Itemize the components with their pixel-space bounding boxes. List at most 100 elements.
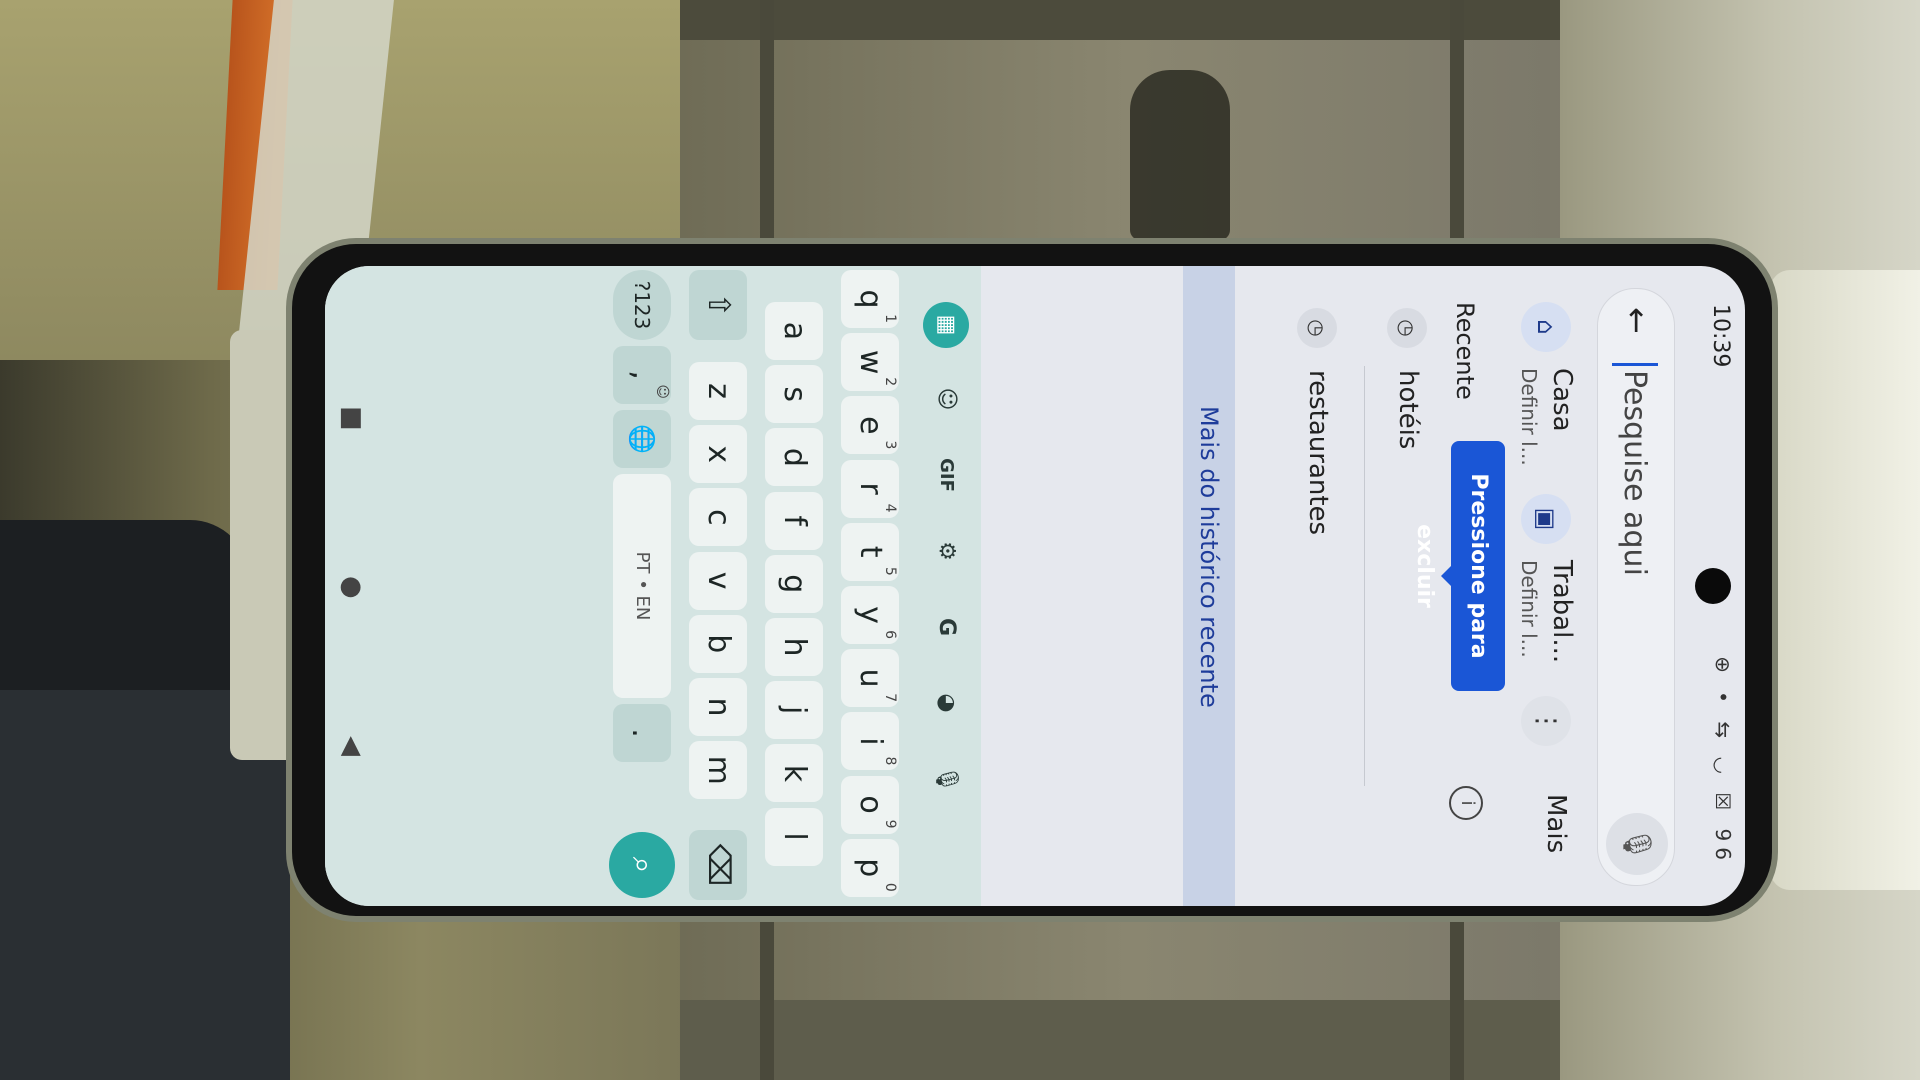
key-label: w (853, 349, 888, 375)
key-label: p (853, 858, 888, 878)
clock-icon: ◷ (1297, 308, 1337, 348)
search-input[interactable] (1612, 363, 1658, 792)
history-label: restaurantes (1303, 370, 1333, 536)
home-circle-icon[interactable]: ● (337, 576, 367, 599)
key-label: e (853, 416, 888, 435)
key-label: q (853, 289, 888, 309)
search-go-key[interactable]: ⌕ (609, 832, 675, 898)
history-label: hotéis (1393, 370, 1423, 450)
key-label: o (853, 795, 888, 814)
more-options-icon[interactable]: ⋮ (1521, 696, 1571, 746)
key-p[interactable]: p0 (841, 838, 899, 897)
reflected-figure (1130, 70, 1230, 240)
keyboard-row-1: q1w2e3r4t5y6u7i8o9p0 (835, 266, 905, 906)
gif-button[interactable]: GIF (923, 452, 969, 498)
key-e[interactable]: e3 (841, 396, 899, 455)
translate-icon[interactable]: G (923, 604, 969, 650)
key-a[interactable]: a (765, 302, 823, 360)
key-v[interactable]: v (689, 551, 747, 610)
search-bar[interactable]: ← 🎙 (1597, 288, 1675, 886)
key-label: r (853, 482, 888, 495)
divider (1364, 366, 1365, 786)
history-item[interactable]: ◷ restaurantes (1275, 266, 1355, 906)
recent-heading: Recente (1451, 302, 1479, 400)
key-number-hint: 4 (882, 503, 898, 513)
key-c[interactable]: c (689, 488, 747, 547)
key-label: u (853, 668, 888, 688)
place-subtitle: Definir l... (1517, 368, 1541, 466)
comma-key[interactable]: , ☺ (613, 346, 671, 404)
history-item[interactable]: ◷ hotéis (1365, 266, 1445, 906)
place-name: Casa (1547, 368, 1577, 432)
keyboard-toolbar: ▦ ☺ GIF ⚙ G ◕ 🎙 (911, 266, 981, 906)
key-x[interactable]: x (689, 425, 747, 484)
comma-label: , (625, 370, 660, 380)
keyboard-row-3: ⇧ ⌫ zxcvbnm (683, 266, 753, 906)
phone-mount-left (230, 330, 300, 760)
key-number-hint: 0 (882, 882, 898, 892)
more-history-link[interactable]: Mais do histórico recente (1183, 266, 1235, 906)
key-r[interactable]: r4 (841, 459, 899, 518)
key-j[interactable]: j (765, 681, 823, 740)
period-key[interactable]: . (613, 704, 671, 762)
key-number-hint: 9 (882, 819, 898, 829)
key-q[interactable]: q1 (841, 270, 899, 328)
symbols-key[interactable]: ?123 (613, 270, 671, 340)
settings-gear-icon[interactable]: ⚙ (923, 528, 969, 574)
key-f[interactable]: f (765, 491, 823, 550)
microphone-icon[interactable]: 🎙 (1606, 813, 1668, 875)
key-number-hint: 2 (882, 377, 898, 387)
key-k[interactable]: k (765, 744, 823, 803)
recents-square-icon[interactable]: ■ (337, 406, 367, 431)
key-label: t (853, 545, 888, 558)
status-icons: ⊕ • ⇆ ◡ ☒ 96 (1711, 656, 1735, 866)
key-w[interactable]: w2 (841, 333, 899, 392)
apps-grid-icon[interactable]: ▦ (923, 302, 969, 348)
globe-icon[interactable]: 🌐 (613, 410, 671, 468)
key-o[interactable]: o9 (841, 775, 899, 834)
shift-key[interactable]: ⇧ (689, 270, 747, 340)
keyboard-row-4: ?123 , ☺ 🌐 PT • EN . ⌕ (607, 266, 677, 906)
key-m[interactable]: m (689, 741, 747, 800)
info-icon[interactable]: i (1449, 786, 1483, 820)
place-subtitle: Definir l... (1517, 560, 1541, 658)
key-l[interactable]: l (765, 807, 823, 866)
keyboard-row-2: asdfghjkl (759, 266, 829, 906)
key-number-hint: 3 (882, 440, 898, 450)
key-b[interactable]: b (689, 614, 747, 673)
key-number-hint: 6 (882, 630, 898, 639)
key-d[interactable]: d (765, 428, 823, 487)
key-n[interactable]: n (689, 678, 747, 736)
frame-top (680, 0, 1560, 40)
phone-mount-right (1770, 270, 1920, 890)
key-y[interactable]: y6 (841, 586, 899, 644)
home-icon: ⌂ (1521, 302, 1571, 352)
sticker-icon[interactable]: ☺ (923, 376, 969, 422)
maps-search-screen: 10:39 ⊕ • ⇆ ◡ ☒ 96 ← 🎙 ⌂ Casa Definir l.… (325, 266, 1745, 906)
key-z[interactable]: z (689, 362, 747, 420)
key-t[interactable]: t5 (841, 522, 899, 581)
key-number-hint: 1 (882, 314, 898, 323)
key-number-hint: 5 (882, 566, 898, 576)
android-nav-bar: ■ ● ◀ (325, 266, 381, 906)
key-s[interactable]: s (765, 365, 823, 424)
key-u[interactable]: u7 (841, 649, 899, 708)
key-label: y (853, 606, 888, 624)
delete-tooltip: Pressione para excluir (1412, 441, 1505, 691)
clock-icon: ◷ (1387, 308, 1427, 348)
key-h[interactable]: h (765, 618, 823, 676)
frame-bottom (680, 1000, 1580, 1080)
key-g[interactable]: g (765, 554, 823, 613)
back-triangle-icon[interactable]: ◀ (337, 736, 367, 756)
microphone-icon[interactable]: 🎙 (923, 756, 969, 802)
more-label[interactable]: Mais (1541, 794, 1571, 853)
briefcase-icon: ▣ (1521, 494, 1571, 544)
back-arrow-icon[interactable]: ← (1618, 307, 1656, 334)
key-i[interactable]: i8 (841, 712, 899, 771)
palette-icon[interactable]: ◕ (923, 680, 969, 726)
key-number-hint: 8 (882, 756, 898, 766)
backspace-key[interactable]: ⌫ (689, 830, 747, 900)
status-time: 10:39 (1708, 304, 1733, 368)
key-number-hint: 7 (882, 693, 898, 703)
space-bar[interactable]: PT • EN (613, 474, 671, 698)
